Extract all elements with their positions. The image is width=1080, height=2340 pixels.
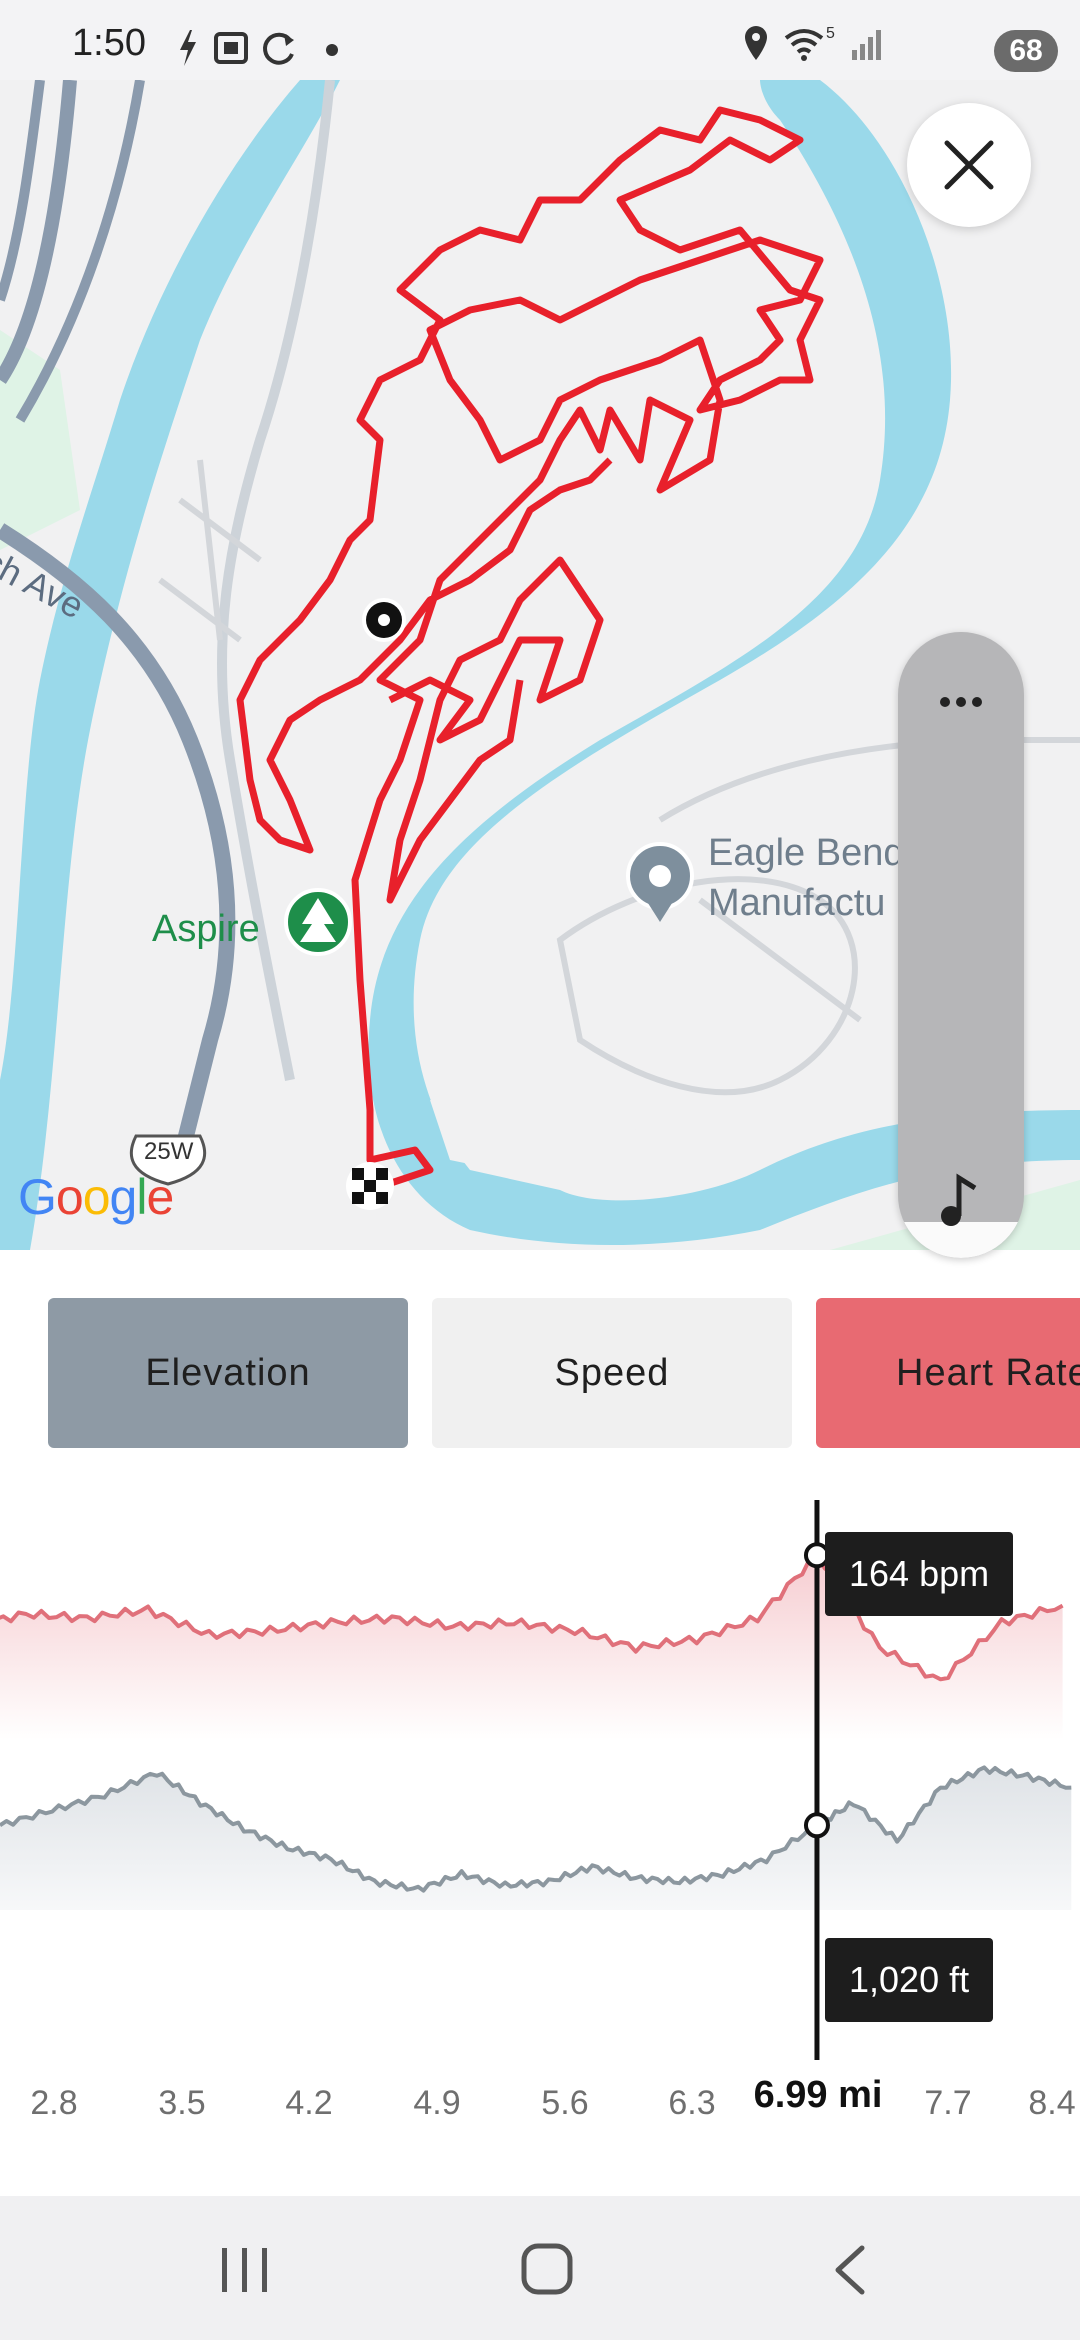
finish-flag-icon (346, 1162, 394, 1210)
metric-tabs: Elevation Speed Heart Rate (0, 1250, 1080, 1490)
tab-speed[interactable]: Speed (432, 1298, 792, 1448)
heart-rate-readout: 164 bpm (825, 1532, 1014, 1616)
elevation-chart (0, 1765, 1072, 1910)
google-logo: Google (18, 1168, 174, 1226)
more-icon[interactable] (898, 672, 1024, 732)
bolt-icon (180, 30, 196, 66)
dot-icon (326, 44, 338, 56)
screenshot-icon (214, 32, 248, 64)
battery-icon: 68 (994, 30, 1058, 72)
place-label-line2: Manufactu (708, 882, 886, 924)
start-marker-icon (362, 598, 406, 642)
recents-icon[interactable] (222, 2248, 267, 2292)
highway-label: 25W (144, 1138, 194, 1165)
wifi-icon (784, 29, 824, 61)
tab-elevation[interactable]: Elevation (48, 1298, 408, 1448)
wifi-5-label: 5 (826, 25, 835, 42)
location-icon (745, 26, 767, 60)
google-letter: G (18, 1169, 57, 1225)
x-tick-label: 6.3 (668, 2084, 716, 2122)
place-pin-icon (626, 842, 694, 922)
park-pin-icon (284, 888, 352, 956)
signal-icon (852, 30, 881, 60)
status-time: 1:50 (72, 22, 146, 64)
elevation-readout: 1,020 ft (825, 1938, 994, 2022)
place-label-line1: Eagle Bend (708, 832, 905, 874)
music-note-icon[interactable] (931, 1172, 991, 1232)
music-panel[interactable] (898, 632, 1024, 1258)
close-icon (944, 140, 994, 190)
sync-icon (263, 32, 294, 65)
road (0, 80, 45, 302)
system-nav-bar (0, 2196, 1080, 2340)
x-tick-label: 5.6 (541, 2084, 589, 2122)
x-cursor-label: 6.99 mi (740, 2060, 896, 2130)
x-tick-label: 3.5 (158, 2084, 206, 2122)
status-right-icons: 5 (745, 25, 881, 61)
google-letter: o (55, 1169, 84, 1225)
x-tick-label: 4.2 (285, 2084, 333, 2122)
route-path (236, 106, 824, 1194)
status-left-icons (180, 30, 338, 66)
tab-heart-rate[interactable]: Heart Rate (816, 1298, 1080, 1448)
island (430, 1100, 740, 1174)
google-letter: g (109, 1169, 138, 1225)
back-icon[interactable] (835, 2245, 865, 2295)
x-tick-label: 8.4 (1028, 2084, 1076, 2122)
google-letter: l (136, 1169, 147, 1225)
nav-icons (222, 2243, 865, 2295)
x-axis: 2.8 3.5 4.2 4.9 5.6 6.3 7.7 8.4 (0, 2072, 1080, 2132)
x-tick-label: 7.7 (924, 2084, 972, 2122)
status-bar: 1:50 5 68 (0, 0, 1080, 80)
x-tick-label: 4.9 (413, 2084, 461, 2122)
google-letter: o (82, 1169, 111, 1225)
x-tick-label: 2.8 (30, 2084, 78, 2122)
park-label: Aspire (152, 908, 260, 950)
google-letter: e (146, 1169, 174, 1225)
home-icon[interactable] (521, 2243, 573, 2295)
elevation-point (803, 1812, 830, 1839)
close-button[interactable] (907, 103, 1031, 227)
series-area (0, 1767, 1072, 1910)
